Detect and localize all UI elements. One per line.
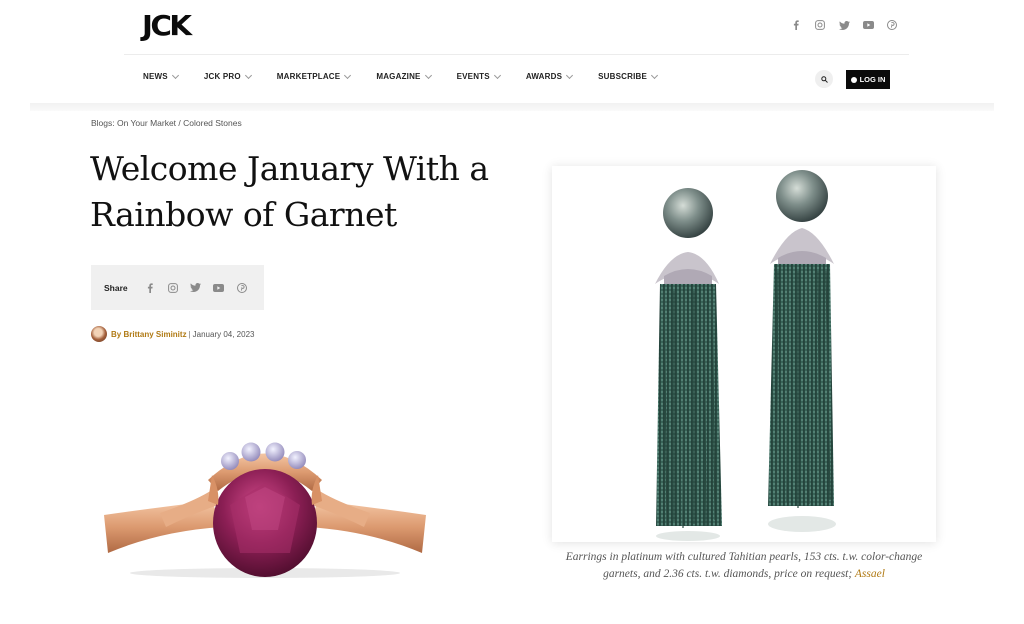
twitter-icon[interactable] [190,282,202,294]
chevron-down-icon [244,71,252,79]
nav-item-marketplace[interactable]: MARKETPLACE [277,71,352,81]
byline: By Brittany Siminitz | January 04, 2023 [91,326,254,342]
earrings-image [552,166,936,542]
chevron-down-icon [344,71,352,79]
facebook-icon[interactable] [144,282,156,294]
chevron-down-icon [171,71,179,79]
nav-item-jck-pro[interactable]: JCK PRO [204,71,252,81]
nav-item-magazine[interactable]: MAGAZINE [376,71,432,81]
nav-item-awards[interactable]: AWARDS [526,71,574,81]
facebook-icon[interactable] [790,19,802,31]
header-social-links [790,19,898,31]
instagram-icon[interactable] [167,282,179,294]
user-icon [850,76,857,83]
byline-separator: | [188,329,191,339]
pinterest-icon[interactable] [886,19,898,31]
youtube-icon[interactable] [862,19,874,31]
main-nav: NEWS JCK PRO MARKETPLACE MAGAZINE EVENTS… [143,71,683,81]
page-title: Welcome January With a Rainbow of Garnet [90,149,489,234]
chevron-down-icon [493,71,501,79]
breadcrumb[interactable]: Blogs: On Your Market / Colored Stones [91,118,242,128]
youtube-icon[interactable] [213,282,225,294]
instagram-icon[interactable] [814,19,826,31]
nav-item-events[interactable]: EVENTS [457,71,501,81]
pinterest-icon[interactable] [236,282,248,294]
chevron-down-icon [424,71,432,79]
nav-item-news[interactable]: NEWS [143,71,179,81]
search-button[interactable] [815,70,833,88]
author-link[interactable]: By Brittany Siminitz [111,330,187,339]
image-caption: Earrings in platinum with cultured Tahit… [556,549,932,583]
share-bar: Share [91,265,264,310]
author-avatar [91,326,107,342]
login-label: LOG IN [859,75,886,84]
ring-image [104,442,426,578]
search-icon [820,75,828,83]
chevron-down-icon [566,71,574,79]
header-divider [124,54,909,55]
login-button[interactable]: LOG IN [846,70,890,89]
nav-item-subscribe[interactable]: SUBSCRIBE [598,71,659,81]
publish-date: January 04, 2023 [192,329,255,339]
caption-source-link[interactable]: Assael [855,568,885,580]
chevron-down-icon [651,71,659,79]
twitter-icon[interactable] [838,19,850,31]
share-label: Share [104,282,128,293]
jck-logo[interactable]: JCK [142,12,192,40]
header-shadow [30,103,994,111]
